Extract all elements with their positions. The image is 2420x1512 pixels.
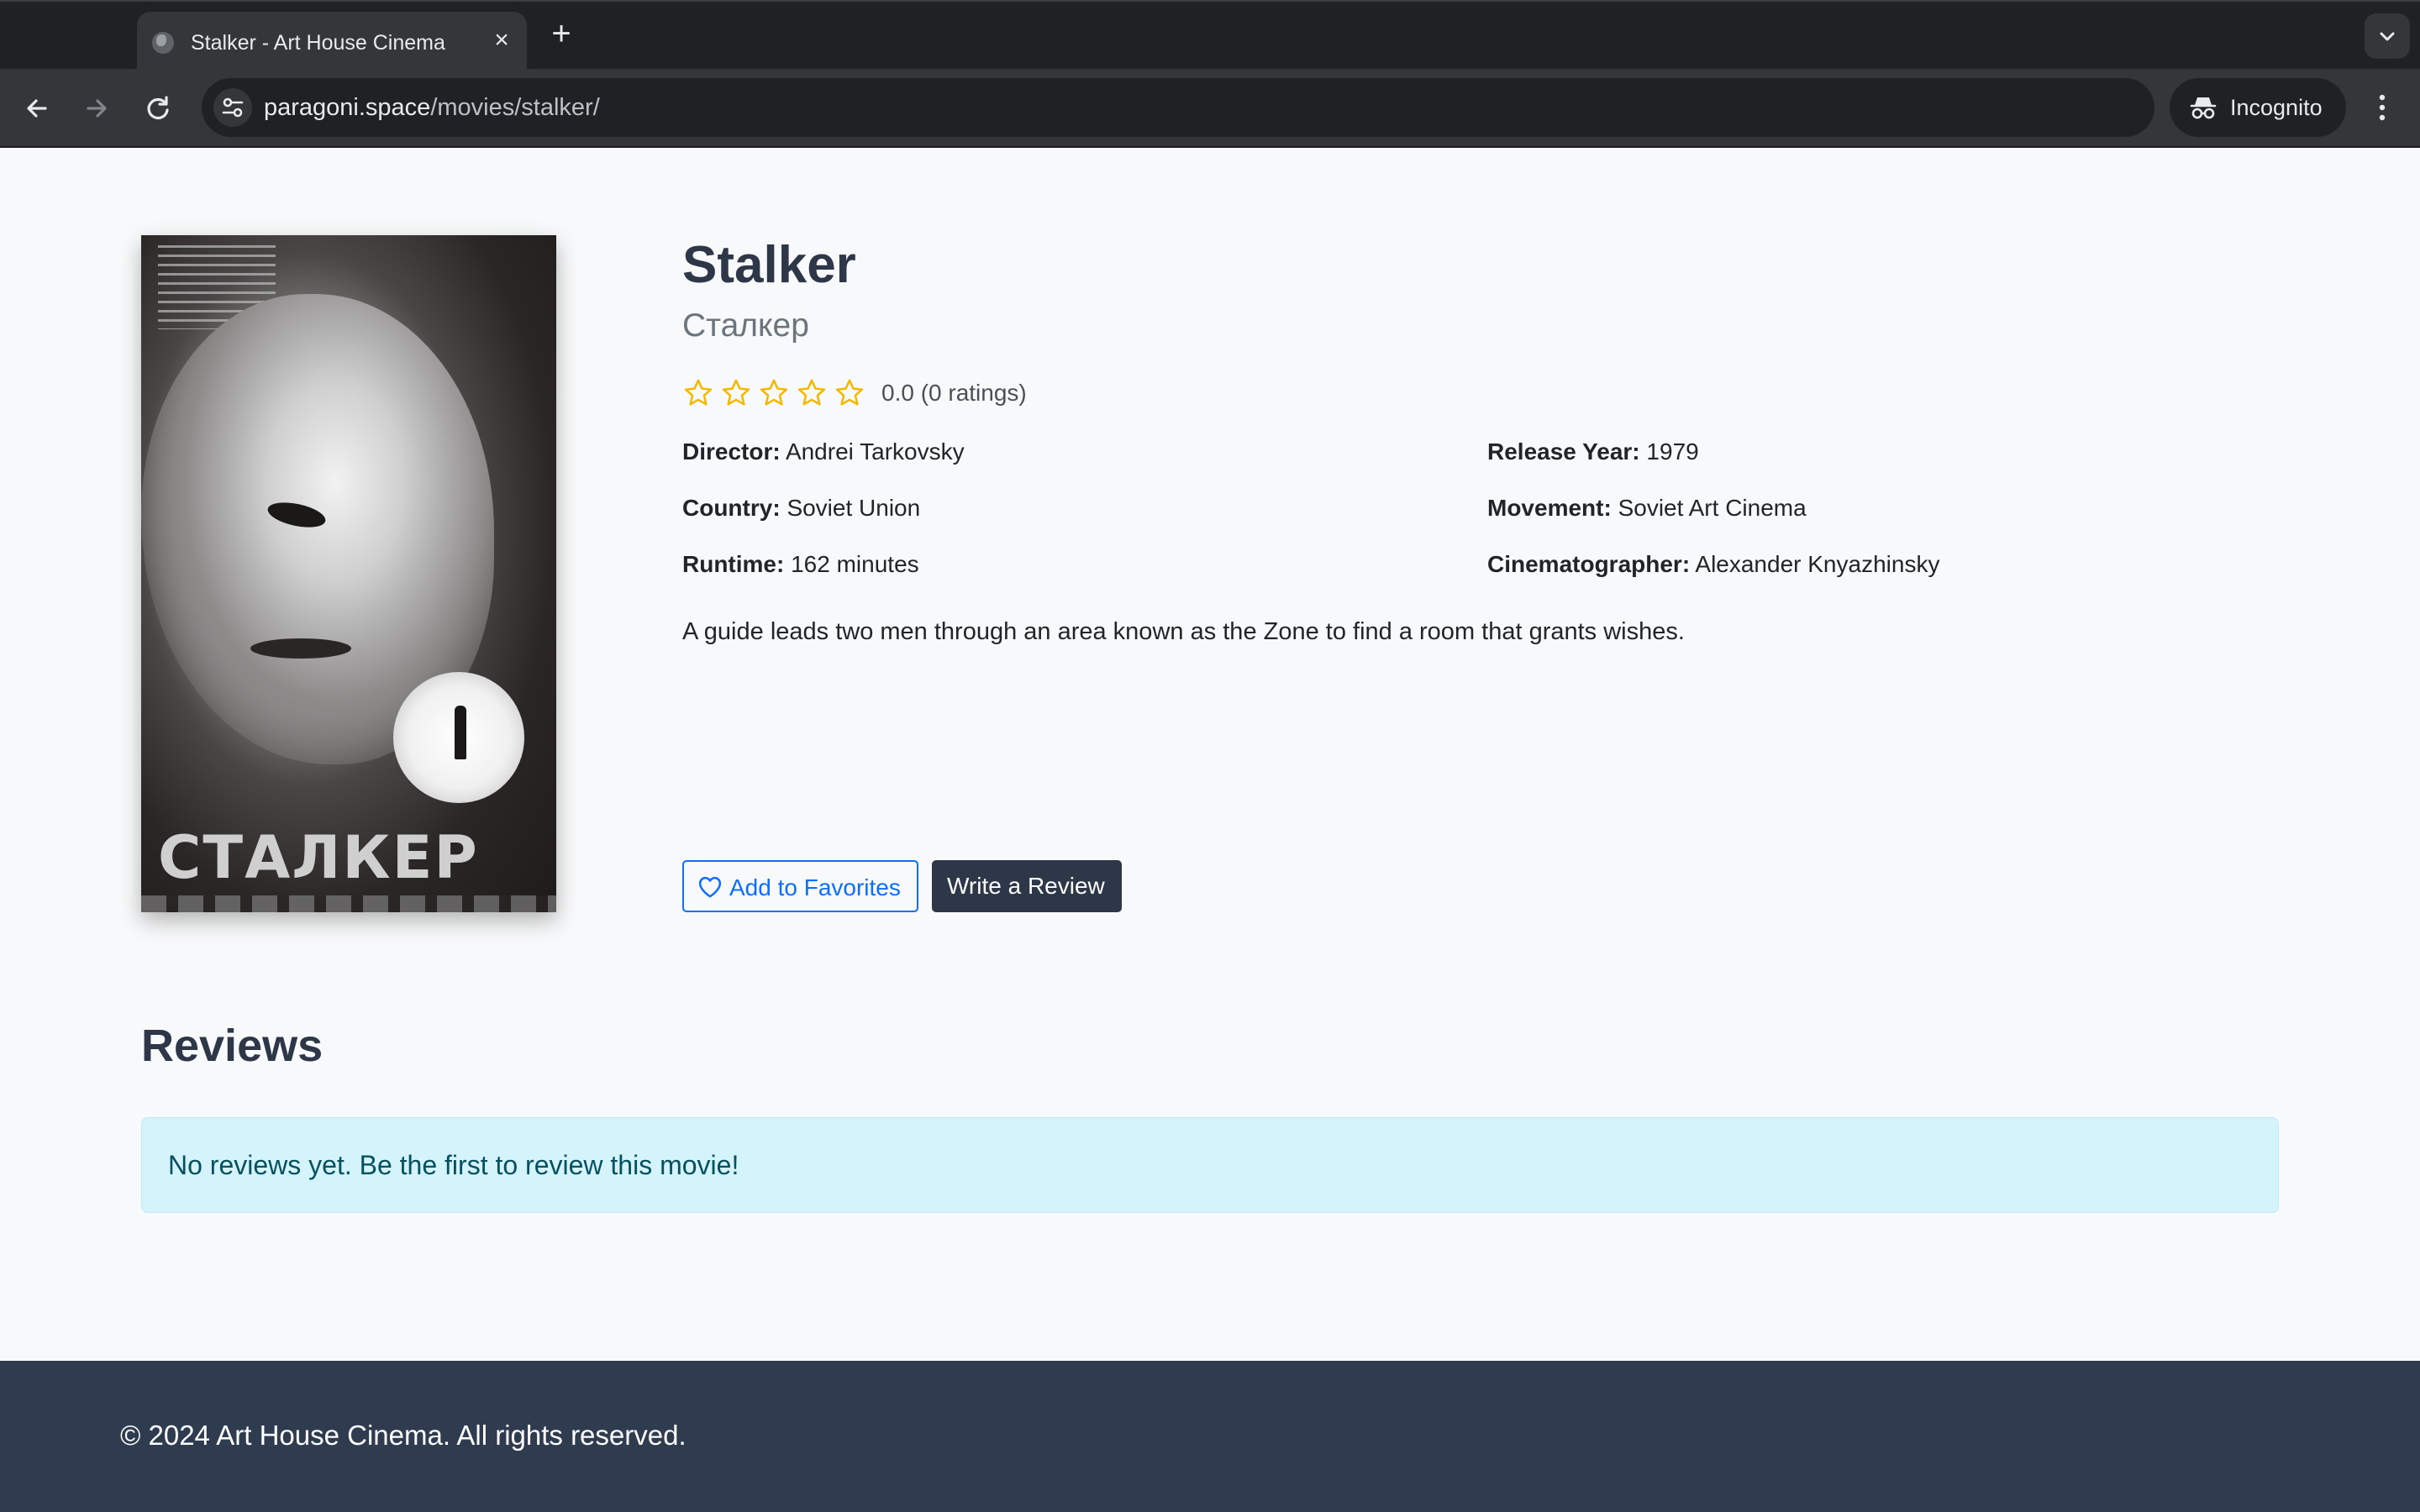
star-icon[interactable]	[758, 377, 790, 409]
reviews-heading: Reviews	[141, 1021, 324, 1071]
star-icon[interactable]	[796, 377, 828, 409]
director-value: Andrei Tarkovsky	[785, 438, 965, 465]
more-vertical-icon	[2379, 94, 2386, 121]
heart-icon	[698, 876, 722, 898]
movie-original-title: Сталкер	[682, 307, 809, 344]
url-domain: paragoni.space	[264, 94, 431, 121]
poster-footer	[141, 895, 556, 912]
no-reviews-alert: No reviews yet. Be the first to review t…	[141, 1117, 2279, 1213]
movement-value: Soviet Art Cinema	[1618, 495, 1807, 521]
browser-tab-strip: Stalker - Art House Cinema × +	[0, 0, 2420, 71]
poster-figure	[455, 706, 466, 759]
poster-mouth	[250, 638, 351, 659]
incognito-icon	[2190, 97, 2217, 119]
movie-poster: СТАЛКЕР	[141, 235, 556, 912]
rating-row: 0.0 (0 ratings)	[682, 376, 1027, 410]
browser-toolbar: paragoni.space/movies/stalker/ Incognito	[0, 69, 2420, 148]
star-icon[interactable]	[834, 377, 865, 409]
url-path: /movies/stalker/	[430, 94, 600, 121]
movie-title: Stalker	[682, 236, 856, 294]
movie-description: A guide leads two men through an area kn…	[682, 618, 1685, 645]
country-value: Soviet Union	[786, 495, 921, 521]
write-review-button[interactable]: Write a Review	[932, 860, 1122, 912]
release-year-label: Release Year:	[1487, 438, 1640, 465]
back-button[interactable]	[18, 90, 55, 127]
release-year-value: 1979	[1646, 438, 1699, 465]
tab-search-button[interactable]	[2365, 13, 2410, 59]
cinematographer-value: Alexander Knyazhinsky	[1695, 551, 1940, 577]
director-detail: Director: Andrei Tarkovsky	[682, 438, 965, 465]
director-label: Director:	[682, 438, 781, 465]
arrow-left-icon	[27, 99, 47, 118]
chevron-down-icon	[2380, 32, 2395, 41]
country-detail: Country: Soviet Union	[682, 495, 920, 522]
rating-text: 0.0 (0 ratings)	[881, 380, 1027, 406]
add-to-favorites-button[interactable]: Add to Favorites	[682, 860, 918, 912]
movement-detail: Movement: Soviet Art Cinema	[1487, 495, 1807, 522]
browser-menu-button[interactable]	[2370, 88, 2395, 127]
runtime-value: 162 minutes	[791, 551, 919, 577]
star-icon[interactable]	[720, 377, 752, 409]
cinematographer-detail: Cinematographer: Alexander Knyazhinsky	[1487, 551, 1939, 578]
reload-button[interactable]	[139, 90, 176, 127]
poster-title: СТАЛКЕР	[158, 823, 479, 892]
release-year-detail: Release Year: 1979	[1487, 438, 1699, 465]
favorites-label: Add to Favorites	[729, 874, 901, 900]
address-bar[interactable]: paragoni.space/movies/stalker/	[202, 78, 2330, 137]
runtime-detail: Runtime: 162 minutes	[682, 551, 919, 578]
close-icon[interactable]: ×	[488, 27, 515, 54]
tab-title: Stalker - Art House Cinema	[191, 31, 445, 55]
movement-label: Movement:	[1487, 495, 1612, 521]
runtime-label: Runtime:	[682, 551, 785, 577]
browser-tab[interactable]: Stalker - Art House Cinema ×	[137, 12, 527, 71]
tune-icon	[222, 97, 244, 118]
no-reviews-message: No reviews yet. Be the first to review t…	[168, 1150, 739, 1180]
globe-icon	[152, 32, 174, 54]
cinematographer-label: Cinematographer:	[1487, 551, 1691, 577]
new-tab-button[interactable]: +	[544, 17, 578, 50]
forward-button[interactable]	[78, 90, 115, 127]
url-text[interactable]: paragoni.space/movies/stalker/	[264, 94, 600, 122]
incognito-indicator[interactable]: Incognito	[2170, 78, 2346, 137]
page-content: СТАЛКЕР Stalker Сталкер 0.0 (0 ratings) …	[0, 148, 2420, 1512]
copyright-text: © 2024 Art House Cinema. All rights rese…	[120, 1420, 687, 1451]
reload-icon	[147, 96, 169, 120]
arrow-right-icon	[87, 99, 107, 118]
country-label: Country:	[682, 495, 781, 521]
site-footer: © 2024 Art House Cinema. All rights rese…	[0, 1361, 2420, 1512]
incognito-label: Incognito	[2230, 95, 2323, 120]
star-icon[interactable]	[682, 377, 714, 409]
review-label: Write a Review	[947, 873, 1105, 899]
site-info-button[interactable]	[213, 88, 252, 127]
